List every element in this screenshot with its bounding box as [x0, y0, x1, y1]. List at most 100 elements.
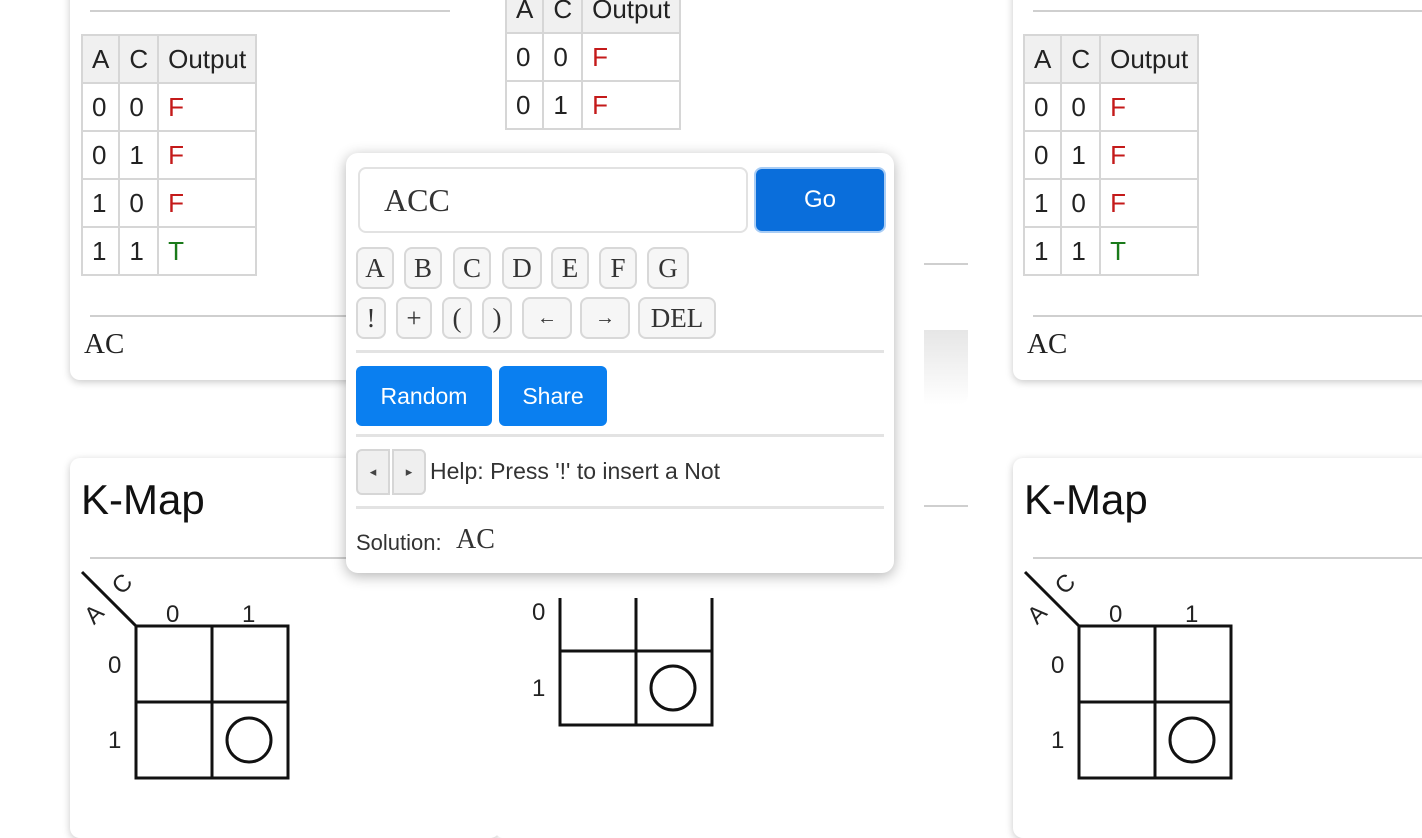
- solution-value: AC: [456, 524, 495, 555]
- truth-table: A C Output 0 0 F 0 1 F: [504, 0, 682, 130]
- key-right-arrow[interactable]: →: [580, 297, 630, 339]
- key-delete[interactable]: DEL: [638, 297, 716, 339]
- expression-input[interactable]: [358, 167, 748, 233]
- column-header: C: [1060, 34, 1102, 84]
- column-header: A: [80, 34, 121, 84]
- kmap-row-label: 0: [532, 599, 545, 626]
- kmap-cell: [210, 700, 290, 780]
- kmap-group-circle: [649, 664, 697, 712]
- table-cell: 0: [118, 178, 160, 228]
- kmap-col-var: C: [1050, 569, 1081, 600]
- kmap-cell: [1077, 700, 1157, 780]
- kmap-row-label: 1: [108, 727, 121, 754]
- output-cell: F: [157, 130, 258, 180]
- table-cell: 1: [1022, 178, 1063, 228]
- expression-input-popup: Go A B C D E F G ! + ( ) ← → DEL Random …: [346, 153, 894, 573]
- kmap-row-label: 0: [1051, 652, 1064, 679]
- popup-divider: [356, 434, 884, 437]
- key-open-paren[interactable]: (: [442, 297, 472, 339]
- kmap-cell: [1077, 624, 1157, 704]
- table-cell: 0: [80, 130, 121, 180]
- kmap-cell: [134, 700, 214, 780]
- table-row: 0 1 F: [80, 130, 258, 180]
- table-cell: 1: [1022, 226, 1063, 276]
- column-header: C: [118, 34, 160, 84]
- card-divider: [924, 263, 968, 265]
- table-header-row: A C Output: [1022, 34, 1200, 84]
- truth-table-card-right: A C Output 0 0 F 0 1 F 1 0 F 1 1 T AC: [1013, 0, 1422, 380]
- kmap-cell: [558, 649, 638, 727]
- output-cell: F: [581, 32, 682, 82]
- table-header-row: A C Output: [504, 0, 682, 34]
- table-row: 1 0 F: [1022, 178, 1200, 228]
- card-divider: [924, 505, 968, 507]
- key-a[interactable]: A: [356, 247, 394, 289]
- table-cell: 0: [504, 32, 545, 82]
- popup-divider: [356, 506, 884, 509]
- table-cell: 1: [542, 80, 584, 130]
- simplified-expression: AC: [84, 328, 125, 360]
- kmap-grid: C A 0 1 0 1: [79, 569, 290, 780]
- table-cell: 1: [80, 178, 121, 228]
- key-b[interactable]: B: [404, 247, 442, 289]
- share-button[interactable]: Share: [499, 366, 607, 426]
- kmap-col-var: C: [107, 569, 138, 600]
- key-g[interactable]: G: [647, 247, 689, 289]
- column-header: Output: [581, 0, 682, 34]
- column-header: A: [504, 0, 545, 34]
- kmap-title: K-Map: [1024, 476, 1148, 523]
- kmap-cell: [1153, 700, 1233, 780]
- output-cell: F: [1099, 130, 1200, 180]
- column-header: Output: [1099, 34, 1200, 84]
- kmap-col-label: 0: [1109, 601, 1122, 628]
- table-row: 0 1 F: [1022, 130, 1200, 180]
- kmap-cell: [1153, 624, 1233, 704]
- key-c[interactable]: C: [453, 247, 491, 289]
- output-cell: F: [581, 80, 682, 130]
- table-row: 1 1 T: [80, 226, 258, 276]
- help-text: Help: Press '!' to insert a Not: [430, 458, 721, 484]
- kmap-row-label: 0: [108, 652, 121, 679]
- table-cell: 0: [118, 82, 160, 132]
- key-not[interactable]: !: [356, 297, 386, 339]
- kmap-cell: [134, 624, 214, 704]
- key-e[interactable]: E: [551, 247, 589, 289]
- column-header: A: [1022, 34, 1063, 84]
- kmap-cell: [210, 624, 290, 704]
- output-cell: F: [1099, 178, 1200, 228]
- table-cell: 1: [1060, 226, 1102, 276]
- table-row: 1 1 T: [1022, 226, 1200, 276]
- kmap-row-label: 1: [532, 675, 545, 702]
- kmap-col-label: 0: [166, 601, 179, 628]
- column-header: C: [542, 0, 584, 34]
- kmap-col-label: 1: [1185, 601, 1198, 628]
- go-button[interactable]: Go: [756, 169, 884, 231]
- random-button[interactable]: Random: [356, 366, 492, 426]
- table-cell: 0: [1060, 178, 1102, 228]
- kmap-title: K-Map: [81, 476, 205, 523]
- table-cell: 0: [1022, 130, 1063, 180]
- key-or[interactable]: +: [396, 297, 432, 339]
- column-header: Output: [157, 34, 258, 84]
- table-cell: 0: [504, 80, 545, 130]
- key-left-arrow[interactable]: ←: [522, 297, 572, 339]
- output-cell: T: [157, 226, 258, 276]
- key-d[interactable]: D: [502, 247, 542, 289]
- kmap-grid: 0 1: [532, 598, 714, 727]
- table-cell: 1: [1060, 130, 1102, 180]
- key-close-paren[interactable]: ): [482, 297, 512, 339]
- output-cell: F: [157, 178, 258, 228]
- truth-table: A C Output 0 0 F 0 1 F 1 0 F 1 1 T: [80, 34, 258, 276]
- kmap-row-var: A: [1022, 599, 1052, 629]
- table-row: 0 0 F: [80, 82, 258, 132]
- help-prev-button[interactable]: ◂: [356, 449, 390, 495]
- table-row: 1 0 F: [80, 178, 258, 228]
- card-shadow-edge: [924, 330, 968, 405]
- output-cell: F: [1099, 82, 1200, 132]
- table-cell: 0: [1022, 82, 1063, 132]
- help-next-button[interactable]: ▸: [392, 449, 426, 495]
- kmap-cell: [634, 649, 714, 727]
- key-f[interactable]: F: [599, 247, 637, 289]
- kmap-col-label: 1: [242, 601, 255, 628]
- output-cell: F: [157, 82, 258, 132]
